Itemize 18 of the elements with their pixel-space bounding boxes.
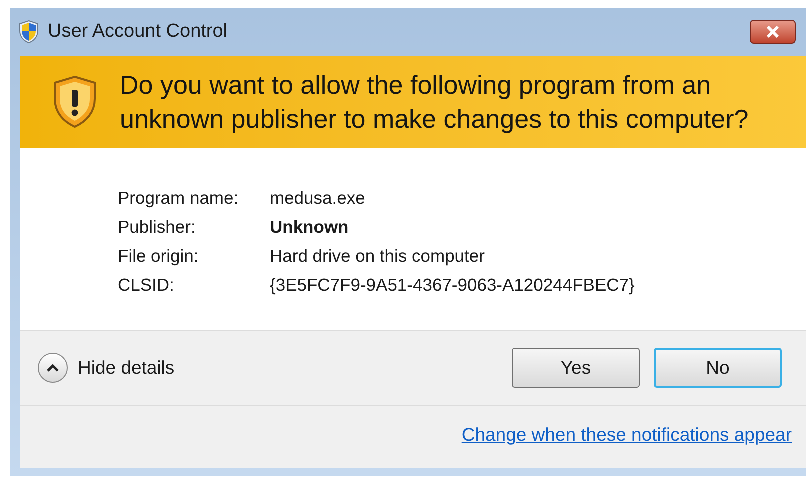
question-text: Do you want to allow the following program from an unknown publisher to make changes to this computer? — [120, 69, 750, 136]
detail-value: Unknown — [270, 216, 350, 239]
warning-shield-icon — [52, 75, 98, 129]
close-button[interactable] — [750, 20, 796, 44]
dialog-button[interactable]: No — [654, 348, 782, 388]
detail-label: Publisher: — [118, 216, 197, 239]
shield-icon — [18, 20, 40, 44]
window-title: User Account Control — [48, 20, 228, 44]
detail-label: File origin: — [118, 245, 200, 268]
settings-link[interactable]: Change when these notifications appear — [462, 421, 792, 449]
detail-value: medusa.exe — [270, 187, 366, 210]
detail-label: CLSID: — [118, 274, 176, 297]
dialog-button[interactable]: Yes — [512, 348, 640, 388]
close-icon — [766, 26, 780, 38]
detail-value: {3E5FC7F9-9A51-4367-9063-A120244FBEC7} — [270, 274, 636, 297]
detail-label: Program name: — [118, 187, 240, 210]
details-toggle[interactable]: Hide details — [38, 353, 175, 383]
detail-value: Hard drive on this computer — [270, 245, 486, 268]
